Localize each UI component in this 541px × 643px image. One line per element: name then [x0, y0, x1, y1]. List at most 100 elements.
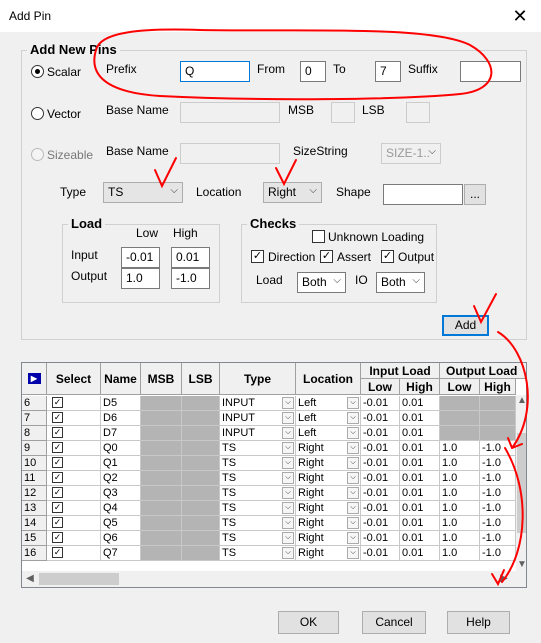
input-low-cell[interactable]: -0.01 — [361, 501, 400, 516]
name-cell[interactable]: Q5 — [101, 516, 141, 531]
output-high-cell[interactable]: -1.0 — [480, 456, 516, 471]
direction-checkbox[interactable]: ✓ — [251, 250, 264, 263]
sizeable-radio[interactable] — [31, 148, 44, 161]
name-cell[interactable]: D5 — [101, 396, 141, 411]
chevron-down-icon[interactable]: ⌵ — [282, 502, 294, 514]
output-low-cell[interactable]: 1.0 — [440, 456, 480, 471]
select-cell[interactable]: ✓ — [47, 471, 101, 486]
lsb-cell[interactable] — [182, 501, 220, 516]
assert-checkbox[interactable]: ✓ — [320, 250, 333, 263]
close-icon[interactable]: ✕ — [506, 2, 534, 30]
chevron-down-icon[interactable]: ⌵ — [282, 532, 294, 544]
col-header-output-low[interactable]: Low — [440, 379, 480, 395]
location-cell[interactable]: Left ⌵ — [296, 396, 361, 411]
name-cell[interactable]: Q2 — [101, 471, 141, 486]
input-low-cell[interactable]: -0.01 — [361, 546, 400, 561]
output-high-cell[interactable]: -1.0 — [480, 501, 516, 516]
type-cell[interactable]: TS ⌵ — [220, 531, 296, 546]
select-checkbox[interactable]: ✓ — [52, 502, 63, 513]
prefix-input[interactable]: Q — [180, 61, 250, 82]
select-cell[interactable]: ✓ — [47, 441, 101, 456]
lsb-cell[interactable] — [182, 531, 220, 546]
scalar-label[interactable]: Scalar — [47, 65, 81, 79]
msb-cell[interactable] — [141, 411, 182, 426]
type-cell[interactable]: INPUT ⌵ — [220, 411, 296, 426]
col-header-select[interactable]: Select — [47, 363, 101, 395]
input-high-cell[interactable]: 0.01 — [400, 471, 440, 486]
location-cell[interactable]: Left ⌵ — [296, 426, 361, 441]
location-cell[interactable]: Right ⌵ — [296, 501, 361, 516]
col-header-output-load[interactable]: Output Load — [440, 363, 526, 379]
vertical-scroll-thumb[interactable] — [517, 433, 526, 533]
msb-cell[interactable] — [141, 471, 182, 486]
output-high-cell[interactable] — [480, 396, 516, 411]
msb-cell[interactable] — [141, 501, 182, 516]
grid-corner[interactable]: ▶ — [22, 363, 47, 395]
add-button[interactable]: Add — [442, 315, 489, 336]
input-low-cell[interactable]: -0.01 — [361, 456, 400, 471]
lsb-cell[interactable] — [182, 471, 220, 486]
select-checkbox[interactable]: ✓ — [52, 532, 63, 543]
output-high-cell[interactable] — [480, 426, 516, 441]
shape-input[interactable] — [383, 184, 463, 205]
pin-grid[interactable]: ▶ Select Name MSB LSB Type Location Inpu… — [21, 362, 527, 588]
msb-cell[interactable] — [141, 396, 182, 411]
chevron-down-icon[interactable]: ⌵ — [282, 427, 294, 439]
chevron-down-icon[interactable]: ⌵ — [347, 412, 359, 424]
input-low-cell[interactable]: -0.01 — [361, 531, 400, 546]
select-checkbox[interactable]: ✓ — [52, 427, 63, 438]
chevron-down-icon[interactable]: ⌵ — [347, 397, 359, 409]
name-cell[interactable]: Q0 — [101, 441, 141, 456]
select-cell[interactable]: ✓ — [47, 501, 101, 516]
output-high-cell[interactable]: -1.0 — [480, 441, 516, 456]
select-checkbox[interactable]: ✓ — [52, 547, 63, 558]
type-cell[interactable]: INPUT ⌵ — [220, 396, 296, 411]
assert-label[interactable]: Assert — [337, 250, 371, 264]
input-high-cell[interactable]: 0.01 — [400, 426, 440, 441]
name-cell[interactable]: Q6 — [101, 531, 141, 546]
vector-base-name-input[interactable] — [180, 102, 280, 123]
select-checkbox[interactable]: ✓ — [52, 487, 63, 498]
type-cell[interactable]: TS ⌵ — [220, 471, 296, 486]
vector-label[interactable]: Vector — [47, 107, 81, 121]
from-input[interactable]: 0 — [300, 61, 326, 82]
chevron-down-icon[interactable]: ⌵ — [347, 547, 359, 559]
checks-load-select[interactable]: Both ⌵ — [297, 272, 346, 293]
scroll-left-icon[interactable]: ◀ — [24, 573, 36, 585]
output-low-cell[interactable]: 1.0 — [440, 531, 480, 546]
output-low-cell[interactable] — [440, 426, 480, 441]
input-low-input[interactable]: -0.01 — [121, 247, 160, 268]
chevron-down-icon[interactable]: ⌵ — [347, 457, 359, 469]
scroll-up-icon[interactable]: ▲ — [516, 395, 526, 407]
lsb-cell[interactable] — [182, 441, 220, 456]
type-cell[interactable]: TS ⌵ — [220, 441, 296, 456]
help-button[interactable]: Help — [447, 611, 510, 634]
col-header-location[interactable]: Location — [296, 363, 361, 395]
input-low-cell[interactable]: -0.01 — [361, 516, 400, 531]
output-low-cell[interactable]: 1.0 — [440, 516, 480, 531]
suffix-input[interactable] — [460, 61, 521, 82]
input-low-cell[interactable]: -0.01 — [361, 396, 400, 411]
lsb-cell[interactable] — [182, 546, 220, 561]
location-cell[interactable]: Right ⌵ — [296, 486, 361, 501]
name-cell[interactable]: D7 — [101, 426, 141, 441]
lsb-cell[interactable] — [182, 456, 220, 471]
msb-cell[interactable] — [141, 426, 182, 441]
output-checkbox[interactable]: ✓ — [381, 250, 394, 263]
msb-cell[interactable] — [141, 441, 182, 456]
col-header-name[interactable]: Name — [101, 363, 141, 395]
location-cell[interactable]: Right ⌵ — [296, 516, 361, 531]
ok-button[interactable]: OK — [278, 611, 339, 634]
select-checkbox[interactable]: ✓ — [52, 457, 63, 468]
name-cell[interactable]: Q1 — [101, 456, 141, 471]
chevron-down-icon[interactable]: ⌵ — [347, 442, 359, 454]
unknown-loading-checkbox[interactable] — [312, 230, 325, 243]
chevron-down-icon[interactable]: ⌵ — [282, 457, 294, 469]
chevron-down-icon[interactable]: ⌵ — [282, 472, 294, 484]
chevron-down-icon[interactable]: ⌵ — [347, 427, 359, 439]
type-cell[interactable]: TS ⌵ — [220, 486, 296, 501]
to-input[interactable]: 7 — [375, 61, 401, 82]
output-high-cell[interactable]: -1.0 — [480, 531, 516, 546]
chevron-down-icon[interactable]: ⌵ — [282, 442, 294, 454]
input-low-cell[interactable]: -0.01 — [361, 486, 400, 501]
